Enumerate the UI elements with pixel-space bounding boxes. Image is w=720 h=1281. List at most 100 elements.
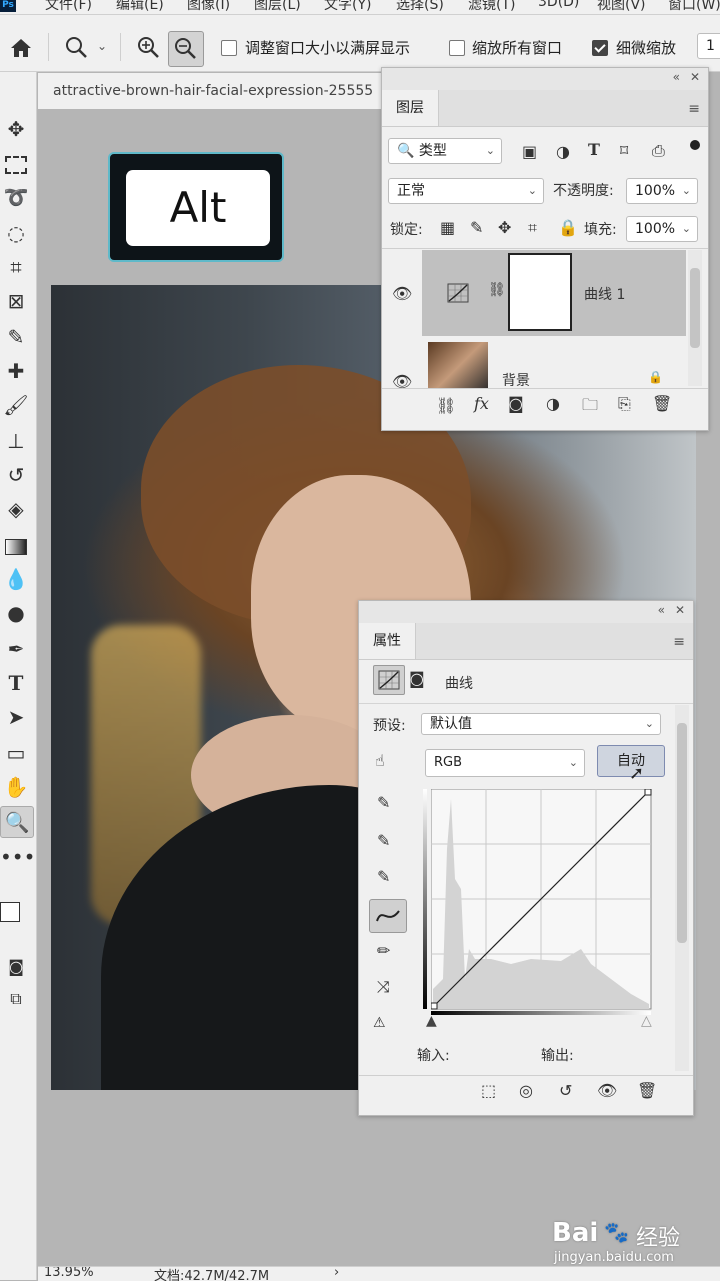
smooth-icon[interactable]: ⤨ (377, 977, 390, 997)
menu-select[interactable]: 选择(S) (396, 0, 444, 14)
clone-stamp-tool-icon[interactable]: ⊥ (0, 426, 32, 456)
menu-image[interactable]: 图像(I) (187, 0, 230, 14)
screen-mode-icon[interactable]: ⧉ (0, 984, 32, 1014)
menu-layer[interactable]: 图层(L) (254, 0, 301, 14)
zoom-value-field[interactable]: 1 (697, 33, 720, 59)
layer-row-background[interactable]: 背景 🔒 (422, 338, 686, 388)
new-layer-icon[interactable]: ⎘ (618, 394, 631, 414)
collapse-icon[interactable]: « (673, 70, 680, 84)
lasso-tool-icon[interactable]: ➰ (0, 182, 32, 212)
opacity-field[interactable]: 100% ⌄ (626, 178, 698, 204)
eyedropper-tool-icon[interactable]: ✎ (0, 322, 32, 352)
quick-mask-icon[interactable]: ◙ (0, 952, 32, 982)
zoom-level[interactable]: 13.95% (44, 1267, 94, 1280)
filter-adjustment-icon[interactable]: ◑ (556, 142, 570, 161)
eyedropper-white-icon[interactable]: ✎ (377, 867, 390, 886)
black-point-slider-icon[interactable]: ▲ (426, 1013, 437, 1029)
eraser-tool-icon[interactable]: ◈ (0, 494, 32, 524)
move-tool-icon[interactable]: ✥ (0, 114, 32, 144)
layer-mask-thumbnail[interactable] (508, 253, 572, 331)
resize-windows-checkbox[interactable] (221, 40, 237, 56)
home-icon[interactable] (9, 37, 33, 59)
dodge-tool-icon[interactable]: ● (0, 598, 32, 628)
menu-window[interactable]: 窗口(W) (668, 0, 720, 14)
mask-tab-icon[interactable]: ◙ (409, 669, 425, 688)
marquee-tool-icon[interactable] (0, 148, 32, 178)
zoom-tool-selected-icon[interactable]: 🔍 (0, 806, 34, 838)
curves-tab-button[interactable] (373, 665, 405, 695)
filter-type-icon[interactable]: T (588, 140, 600, 159)
link-layers-icon[interactable]: ⛓ (436, 396, 456, 415)
new-group-icon[interactable]: 🗀 (582, 394, 598, 421)
zoom-in-icon[interactable] (136, 35, 162, 61)
scrubby-zoom-checkbox[interactable] (592, 40, 608, 56)
layers-scrollbar[interactable] (688, 250, 702, 386)
white-point-slider-icon[interactable]: △ (641, 1013, 652, 1029)
type-tool-icon[interactable]: T (0, 668, 32, 698)
view-previous-icon[interactable]: ◎ (519, 1081, 533, 1100)
crop-tool-icon[interactable]: ⌗ (0, 252, 32, 282)
hand-tool-icon[interactable]: ✋ (0, 772, 32, 802)
curves-graph[interactable] (431, 789, 653, 1021)
menu-edit[interactable]: 编辑(E) (116, 0, 164, 14)
blend-mode-select[interactable]: 正常 ⌄ (388, 178, 544, 204)
collapse-icon[interactable]: « (658, 603, 665, 617)
rectangle-tool-icon[interactable]: ▭ (0, 738, 32, 768)
pencil-icon[interactable]: ✏ (377, 941, 390, 960)
lock-artboard-icon[interactable]: ⌗ (528, 218, 537, 238)
on-image-adjust-icon[interactable]: ☝ (375, 751, 385, 770)
healing-brush-tool-icon[interactable]: ✚ (0, 356, 32, 386)
clipping-warning-icon[interactable]: ⚠ (373, 1015, 386, 1031)
status-expand-icon[interactable]: › (334, 1267, 339, 1280)
lock-position-icon[interactable]: ✥ (498, 218, 511, 237)
visibility-eye-icon[interactable]: 👁 (597, 1081, 617, 1100)
chevron-down-icon[interactable]: ⌄ (97, 39, 107, 53)
fx-icon[interactable]: fx (474, 394, 489, 413)
menu-type[interactable]: 文字(Y) (324, 0, 371, 14)
menu-3d[interactable]: 3D(D) (538, 0, 579, 10)
blur-tool-icon[interactable]: 💧 (0, 564, 32, 594)
filter-smart-object-icon[interactable]: ⎙ (652, 141, 665, 161)
path-selection-tool-icon[interactable]: ➤ (0, 702, 32, 732)
history-brush-tool-icon[interactable]: ↺ (0, 460, 32, 490)
new-adjustment-icon[interactable]: ◑ (546, 394, 560, 413)
clip-to-layer-icon[interactable]: ⬚ (481, 1081, 496, 1100)
document-tab[interactable]: attractive-brown-hair-facial-expression-… (38, 73, 389, 109)
eyedropper-black-icon[interactable]: ✎ (377, 793, 390, 812)
close-icon[interactable]: ✕ (690, 70, 700, 84)
lock-pixels-icon[interactable]: ✎ (470, 218, 483, 237)
tab-properties[interactable]: 属性 (359, 623, 416, 659)
pen-tool-icon[interactable]: ✒ (0, 634, 32, 664)
fill-field[interactable]: 100% ⌄ (626, 216, 698, 242)
add-mask-icon[interactable]: ◙ (508, 394, 524, 413)
zoom-tool-icon[interactable] (64, 35, 90, 61)
more-tools-icon[interactable]: ••• (0, 842, 35, 872)
channel-select[interactable]: RGB ⌄ (425, 749, 585, 777)
filter-shape-icon[interactable]: ⌑ (620, 141, 628, 160)
properties-scrollbar[interactable] (675, 705, 689, 1071)
preset-select[interactable]: 默认值 ⌄ (421, 713, 661, 735)
menu-file[interactable]: 文件(F) (45, 0, 92, 14)
visibility-eye-icon[interactable]: 👁 (392, 284, 412, 303)
reset-icon[interactable]: ↺ (559, 1081, 572, 1100)
link-icon[interactable]: ⛓ (488, 282, 506, 298)
filter-toggle-icon[interactable] (690, 140, 700, 150)
delete-icon[interactable]: 🗑 (637, 1081, 657, 1100)
brush-tool-icon[interactable]: 🖌 (0, 390, 32, 420)
menu-view[interactable]: 视图(V) (597, 0, 646, 14)
frame-tool-icon[interactable]: ⊠ (0, 286, 32, 316)
menu-filter[interactable]: 滤镜(T) (468, 0, 515, 14)
zoom-all-windows-checkbox[interactable] (449, 40, 465, 56)
gradient-tool-icon[interactable] (0, 530, 32, 560)
delete-icon[interactable]: 🗑 (652, 394, 672, 413)
lock-all-icon[interactable]: 🔒 (558, 218, 578, 237)
close-icon[interactable]: ✕ (675, 603, 685, 617)
quick-selection-tool-icon[interactable]: ◌ (0, 218, 32, 248)
eyedropper-gray-icon[interactable]: ✎ (377, 831, 390, 850)
curve-point-tool[interactable] (369, 899, 407, 933)
layer-row-curves[interactable]: ⛓ 曲线 1 (422, 250, 686, 336)
layer-filter-select[interactable]: 🔍 类型 ⌄ (388, 138, 502, 164)
tab-layers[interactable]: 图层 (382, 90, 439, 126)
zoom-out-button[interactable] (168, 31, 204, 67)
lock-transparent-icon[interactable]: ▦ (440, 218, 455, 237)
